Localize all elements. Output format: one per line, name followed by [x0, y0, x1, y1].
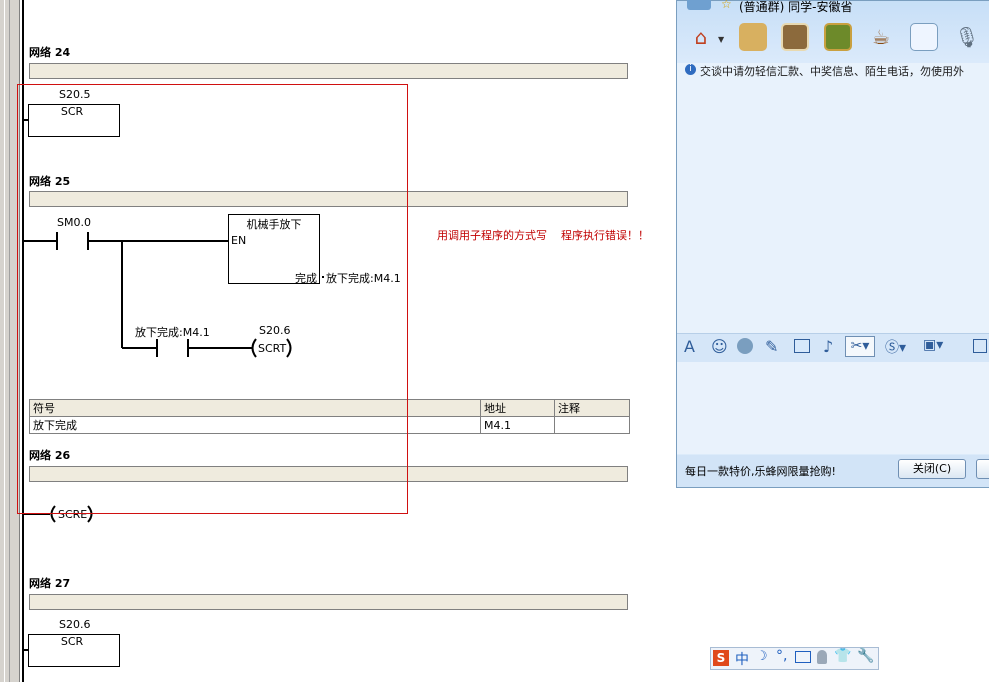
music-icon[interactable]: ♪ [823, 337, 833, 356]
magic-emoticon-icon[interactable] [737, 338, 753, 354]
home-icon[interactable]: ⌂ [687, 23, 715, 51]
half-width-icon[interactable]: ☽ [756, 649, 768, 664]
ad-text[interactable]: 每日一款特价,乐蜂网限量抢购! [685, 463, 836, 479]
info-icon: i [685, 64, 696, 75]
sogou-logo-icon[interactable]: S [713, 650, 729, 666]
image-icon[interactable] [794, 339, 810, 353]
qq-chat-window: ☆ (普通群) 同学-安徽省 ⌂ ▼ ☕ 🎙 i 交谈中请勿轻信汇款、中奖信息、… [676, 0, 989, 488]
highlight-rectangle [17, 84, 408, 514]
close-button[interactable]: 关闭(C) [898, 459, 966, 479]
folder-icon[interactable] [739, 23, 767, 51]
qq-message-area[interactable]: i 交谈中请勿轻信汇款、中奖信息、陌生电话，勿使用外 [677, 63, 989, 333]
qq-input-toolbar: A ☺ ✎ ♪ ✂▾ Ⓢ▾ ▣▾ [677, 333, 989, 363]
ime-language[interactable]: 中 [735, 649, 749, 669]
punctuation-icon[interactable]: °, [776, 648, 787, 664]
comment-header: 注释 [554, 399, 630, 417]
security-notice: 交谈中请勿轻信汇款、中奖信息、陌生电话，勿使用外 [700, 65, 964, 78]
scr-box-label-27: SCR [60, 635, 84, 648]
qq-footer: 每日一款特价,乐蜂网限量抢购! 关闭(C) [677, 455, 989, 487]
shortcut-icon[interactable]: Ⓢ▾ [885, 337, 906, 357]
network-27-title[interactable]: 网络 27 [29, 575, 70, 591]
coffee-icon[interactable]: ☕ [867, 23, 895, 51]
album-icon[interactable] [781, 23, 809, 51]
user-icon[interactable] [817, 650, 827, 664]
annotation-text: 用调用子程序的方式写 程序执行错误！！ [437, 229, 649, 242]
video-icon[interactable] [824, 23, 852, 51]
emoji-icon[interactable]: ☺ [711, 337, 728, 356]
chevron-down-icon[interactable]: ▼ [718, 35, 724, 44]
settings-wrench-icon[interactable]: 🔧 [857, 648, 874, 664]
ime-toolbar: S 中 ☽ °, 👕 🔧 [710, 647, 879, 670]
bulletin-icon[interactable] [910, 23, 938, 51]
edit-icon[interactable]: ✎ [765, 337, 778, 356]
screenshot-scissors-icon[interactable]: ✂▾ [845, 336, 875, 357]
font-icon[interactable]: A [684, 337, 695, 356]
comment-cell[interactable] [554, 416, 630, 434]
send-button[interactable] [976, 459, 989, 479]
keyboard-icon[interactable] [795, 651, 811, 663]
address-cell[interactable]: M4.1 [480, 416, 555, 434]
star-icon: ☆ [721, 0, 732, 11]
group-avatar-icon [687, 0, 711, 10]
microphone-icon[interactable]: 🎙 [953, 23, 981, 51]
network-27-comment[interactable] [29, 594, 628, 610]
history-icon[interactable] [973, 339, 987, 353]
qq-window-title: (普通群) 同学-安徽省 [739, 0, 853, 14]
qq-message-input[interactable] [677, 362, 989, 454]
address-header: 地址 [480, 399, 555, 417]
skin-icon[interactable]: 👕 [834, 648, 851, 664]
qq-header: ☆ (普通群) 同学-安徽省 ⌂ ▼ ☕ 🎙 [677, 0, 989, 63]
scr-box-27[interactable]: SCR [28, 634, 120, 667]
scr-bit-label-27: S20.6 [59, 618, 91, 631]
more-icon[interactable]: ▣▾ [923, 337, 943, 353]
